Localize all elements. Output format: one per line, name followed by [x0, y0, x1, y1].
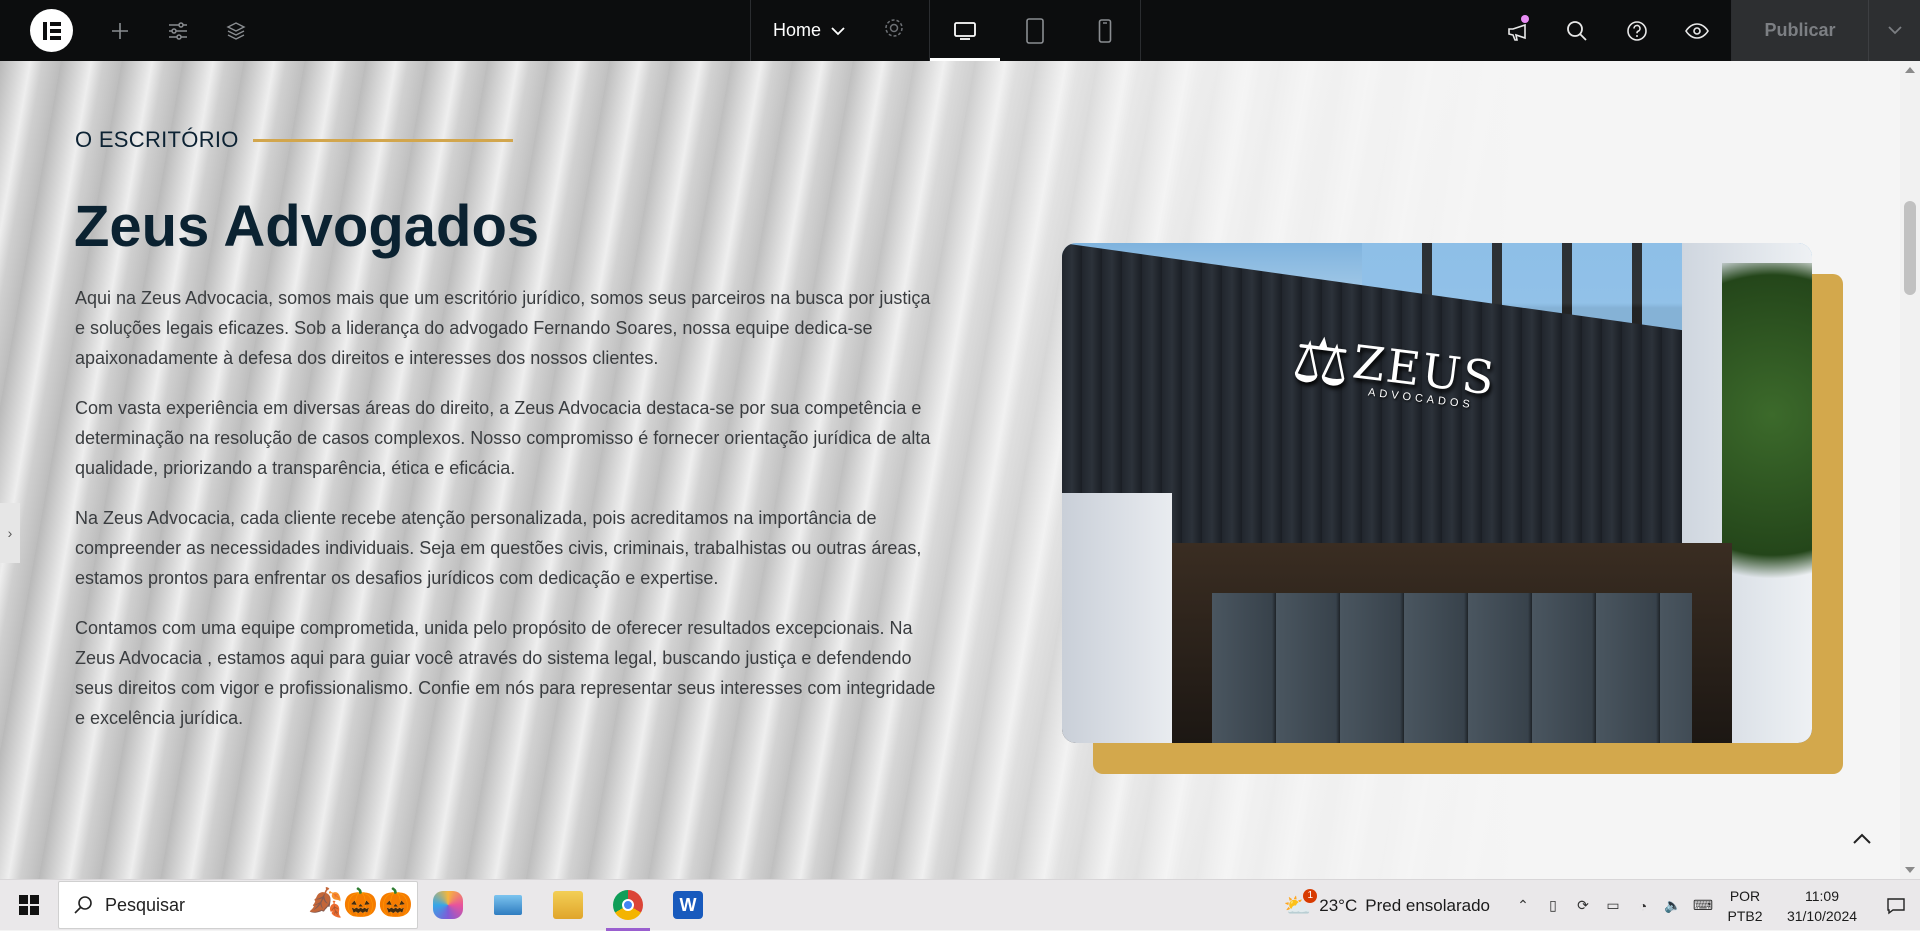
search-icon	[74, 896, 92, 914]
page-selector[interactable]: Home	[750, 0, 930, 61]
keyboard-icon[interactable]: ⌨	[1688, 880, 1718, 931]
entrance-glass	[1212, 593, 1692, 743]
weather-sun-cloud-icon: ⛅ 1	[1284, 888, 1318, 919]
wifi-icon[interactable]: ◔	[1628, 880, 1658, 931]
copilot-app-icon[interactable]	[418, 880, 478, 931]
gear-icon[interactable]	[883, 17, 905, 44]
clock-date: 31/10/2024	[1786, 907, 1858, 924]
search-placeholder: Pesquisar	[105, 894, 186, 915]
back-to-top-button[interactable]	[1852, 829, 1872, 852]
chrome-app-icon[interactable]	[598, 880, 658, 931]
editor-canvas: O ESCRITÓRIO Zeus Advogados Aqui na Zeus…	[0, 61, 1900, 879]
folder-glyph	[553, 891, 583, 919]
responsive-switcher	[930, 0, 1141, 61]
vertical-scrollbar[interactable]	[1900, 61, 1920, 879]
notification-dot	[1521, 15, 1529, 23]
eye-icon[interactable]	[1667, 0, 1727, 61]
megaphone-icon[interactable]	[1487, 0, 1547, 61]
windows-taskbar: Pesquisar 🍂🎃🎃 W ⛅ 1 23°C Pred ensolarado …	[0, 879, 1920, 931]
weather-badge: 1	[1303, 888, 1318, 903]
chrome-glyph	[613, 890, 643, 920]
building-wall	[1062, 493, 1172, 743]
word-glyph: W	[673, 891, 703, 919]
laptop-app-icon[interactable]	[478, 880, 538, 931]
panel-toggle-button[interactable]: ›	[0, 503, 20, 563]
paragraph: Com vasta experiência em diversas áreas …	[75, 398, 931, 478]
topbar-left	[0, 0, 265, 61]
page-name: Home	[773, 20, 822, 40]
scroll-up-arrow[interactable]	[1905, 67, 1915, 73]
add-icon[interactable]	[91, 0, 149, 61]
publish-options-button[interactable]	[1868, 0, 1920, 61]
chevron-up-icon	[1853, 833, 1871, 844]
system-tray: ⛅ 1 23°C Pred ensolarado ⌃ ▯ ⟳ ▭ ◔ 🔈 ⌨ PO…	[1284, 880, 1920, 931]
layers-icon[interactable]	[207, 0, 265, 61]
paragraph: Contamos com uma equipe comprometida, un…	[75, 618, 936, 728]
mobile-icon[interactable]	[1070, 0, 1140, 61]
scrollbar-thumb[interactable]	[1904, 201, 1916, 295]
paragraph: Aqui na Zeus Advocacia, somos mais que u…	[75, 288, 931, 368]
elementor-logo-icon[interactable]	[30, 9, 73, 52]
clock[interactable]: 11:09 31/10/2024	[1772, 886, 1872, 926]
windows-logo-icon	[19, 895, 39, 915]
sliders-icon[interactable]	[149, 0, 207, 61]
weather-desc: Pred ensolarado	[1365, 895, 1490, 915]
search-icon[interactable]	[1547, 0, 1607, 61]
help-icon[interactable]	[1607, 0, 1667, 61]
topbar-center: Home	[750, 0, 1141, 61]
publish-button[interactable]: Publicar	[1732, 0, 1868, 61]
office-building-image[interactable]: ⚖ ZEUS ADVOCADOS	[1062, 243, 1812, 743]
volume-icon[interactable]: 🔈	[1658, 880, 1688, 931]
scales-of-justice-icon: ⚖	[1288, 322, 1355, 401]
section-title: Zeus Advogados	[74, 194, 540, 259]
editor-topbar: Home Publicar	[0, 0, 1920, 61]
notification-center-icon[interactable]	[1872, 880, 1920, 931]
scroll-down-arrow[interactable]	[1905, 867, 1915, 873]
taskbar-search[interactable]: Pesquisar 🍂🎃🎃	[58, 881, 418, 929]
tablet-icon[interactable]	[1000, 0, 1070, 61]
chevron-down-icon	[1887, 22, 1902, 40]
section-body: Aqui na Zeus Advocacia, somos mais que u…	[75, 283, 945, 753]
chevron-down-icon	[831, 20, 845, 41]
desktop-icon[interactable]	[930, 0, 1000, 61]
plants	[1722, 263, 1812, 643]
copilot-glyph	[433, 891, 463, 919]
battery-icon[interactable]: ▭	[1598, 880, 1628, 931]
weather-temp: 23°C	[1319, 895, 1358, 915]
laptop-glyph	[494, 895, 522, 915]
weather-widget[interactable]: ⛅ 1 23°C Pred ensolarado	[1284, 888, 1490, 919]
lang-code: POR	[1729, 887, 1761, 904]
start-button[interactable]	[0, 880, 58, 931]
chevron-right-icon: ›	[7, 525, 13, 541]
section-eyebrow: O ESCRITÓRIO	[75, 127, 513, 153]
halloween-pumpkins-icon: 🍂🎃🎃	[308, 887, 413, 918]
meet-icon[interactable]: ▯	[1538, 880, 1568, 931]
lang-layout: PTB2	[1727, 907, 1763, 924]
eyebrow-divider	[252, 138, 513, 142]
input-language[interactable]: POR PTB2	[1718, 886, 1772, 926]
word-app-icon[interactable]: W	[658, 880, 718, 931]
topbar-right: Publicar	[1487, 0, 1920, 61]
chevron-up-icon[interactable]: ⌃	[1508, 880, 1538, 931]
sync-icon[interactable]: ⟳	[1568, 880, 1598, 931]
clock-time: 11:09	[1805, 887, 1839, 904]
file-explorer-app-icon[interactable]	[538, 880, 598, 931]
paragraph: Na Zeus Advocacia, cada cliente recebe a…	[75, 508, 922, 588]
eyebrow-text: O ESCRITÓRIO	[75, 127, 239, 152]
